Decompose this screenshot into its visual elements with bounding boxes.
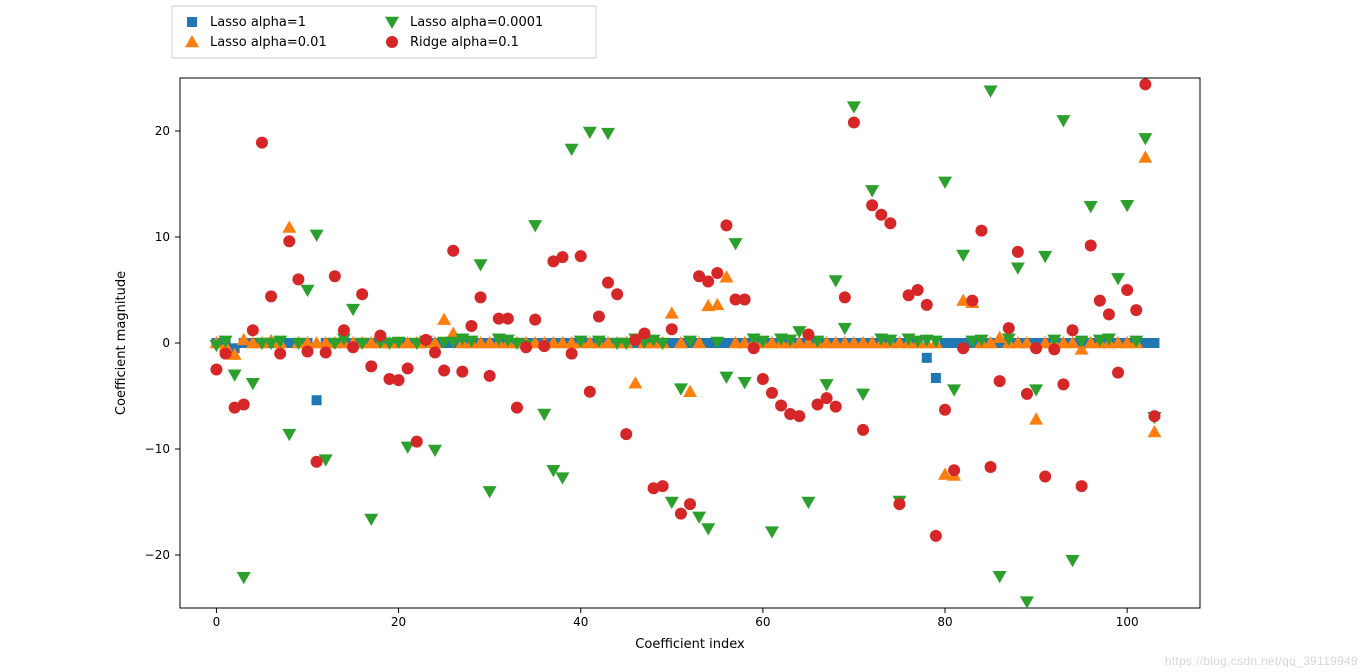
y-tick-label: 10 bbox=[155, 230, 170, 244]
x-tick-label: 40 bbox=[573, 615, 588, 629]
scatter-chart: 0 20 40 60 80 100 −20 −10 0 10 20 Coefficient index… bbox=[0, 0, 1366, 672]
series-lasso-alpha-0-01 bbox=[209, 151, 1161, 481]
legend bbox=[172, 6, 596, 58]
y-tick-label: −20 bbox=[145, 548, 170, 562]
y-axis-label: Coefficient magnitude bbox=[114, 271, 129, 415]
x-tick-label: 80 bbox=[937, 615, 952, 629]
legend-label: Ridge alpha=0.1 bbox=[410, 35, 519, 50]
watermark-text: https://blog.csdn.net/qq_39119949 bbox=[1165, 654, 1358, 668]
x-tick-label: 60 bbox=[755, 615, 770, 629]
y-tick-label: 0 bbox=[162, 336, 170, 350]
chart-container: 0 20 40 60 80 100 −20 −10 0 10 20 Coefficient index… bbox=[0, 0, 1366, 672]
legend-label: Lasso alpha=0.0001 bbox=[410, 15, 543, 30]
legend-label: Lasso alpha=0.01 bbox=[210, 35, 327, 50]
x-tick-label: 0 bbox=[213, 615, 221, 629]
y-tick-label: −10 bbox=[145, 442, 170, 456]
x-axis-label: Coefficient index bbox=[635, 637, 745, 652]
x-tick-label: 100 bbox=[1116, 615, 1139, 629]
legend-label: Lasso alpha=1 bbox=[210, 15, 306, 30]
y-tick-label: 20 bbox=[155, 124, 170, 138]
x-tick-label: 20 bbox=[391, 615, 406, 629]
